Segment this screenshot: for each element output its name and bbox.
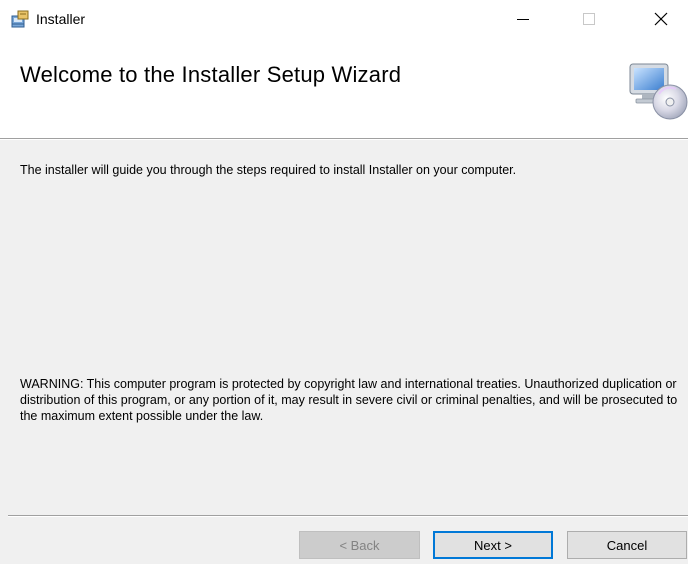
copyright-warning-text: WARNING: This computer program is protec… — [20, 377, 678, 423]
maximize-button[interactable] — [566, 0, 612, 38]
footer-divider-highlight — [8, 516, 688, 517]
computer-disc-icon — [626, 58, 688, 122]
installer-window: Installer Welcome to the Installer Setup… — [0, 0, 688, 564]
title-bar[interactable]: Installer — [0, 0, 688, 38]
maximize-icon — [583, 13, 595, 25]
back-button[interactable]: < Back — [299, 531, 420, 559]
next-button[interactable]: Next > — [433, 531, 553, 559]
page-title: Welcome to the Installer Setup Wizard — [20, 62, 402, 87]
installer-app-icon — [10, 9, 30, 29]
minimize-icon — [517, 13, 529, 25]
header-divider-highlight — [0, 139, 688, 140]
close-icon — [654, 12, 668, 26]
window-title: Installer — [36, 11, 86, 27]
intro-text: The installer will guide you through the… — [20, 163, 517, 177]
close-button[interactable] — [638, 0, 684, 38]
minimize-button[interactable] — [500, 0, 546, 38]
cancel-button[interactable]: Cancel — [567, 531, 687, 559]
wizard-header: Welcome to the Installer Setup Wizard — [0, 38, 688, 138]
